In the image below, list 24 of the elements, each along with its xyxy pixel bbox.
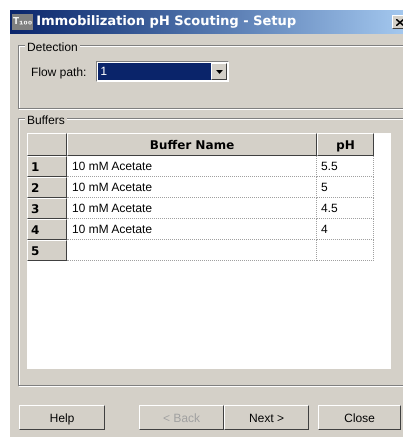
row-header: 4 — [27, 219, 67, 240]
table-cell: 4 — [317, 219, 374, 240]
table-cell: 10 mM Acetate — [67, 177, 317, 198]
table-cell: 10 mM Acetate — [67, 156, 317, 177]
row-header: 3 — [27, 198, 67, 219]
table-cell: 10 mM Acetate — [67, 198, 317, 219]
column-header: Buffer Name — [67, 133, 317, 156]
row-header: 1 — [27, 156, 67, 177]
table-cell — [317, 240, 374, 261]
field-label: Flow path: — [31, 64, 86, 80]
corner-header — [27, 133, 67, 156]
dialog-button[interactable]: Close — [318, 405, 401, 430]
table-cell: 10 mM Acetate — [67, 219, 317, 240]
dialog-button[interactable]: Next > — [224, 405, 309, 430]
app-icon: T₁₀₀ — [12, 14, 34, 30]
table-cell: 5 — [317, 177, 374, 198]
table-cell: 4.5 — [317, 198, 374, 219]
row-header: 5 — [27, 240, 67, 261]
flow-path-dropdown[interactable]: 1 — [96, 61, 230, 82]
window-title: Immobilization pH Scouting - Setup — [36, 13, 298, 32]
table-cell: 5.5 — [317, 156, 374, 177]
row-header: 2 — [27, 177, 67, 198]
dialog-button[interactable]: Help — [19, 405, 105, 430]
column-header: pH — [317, 133, 374, 156]
